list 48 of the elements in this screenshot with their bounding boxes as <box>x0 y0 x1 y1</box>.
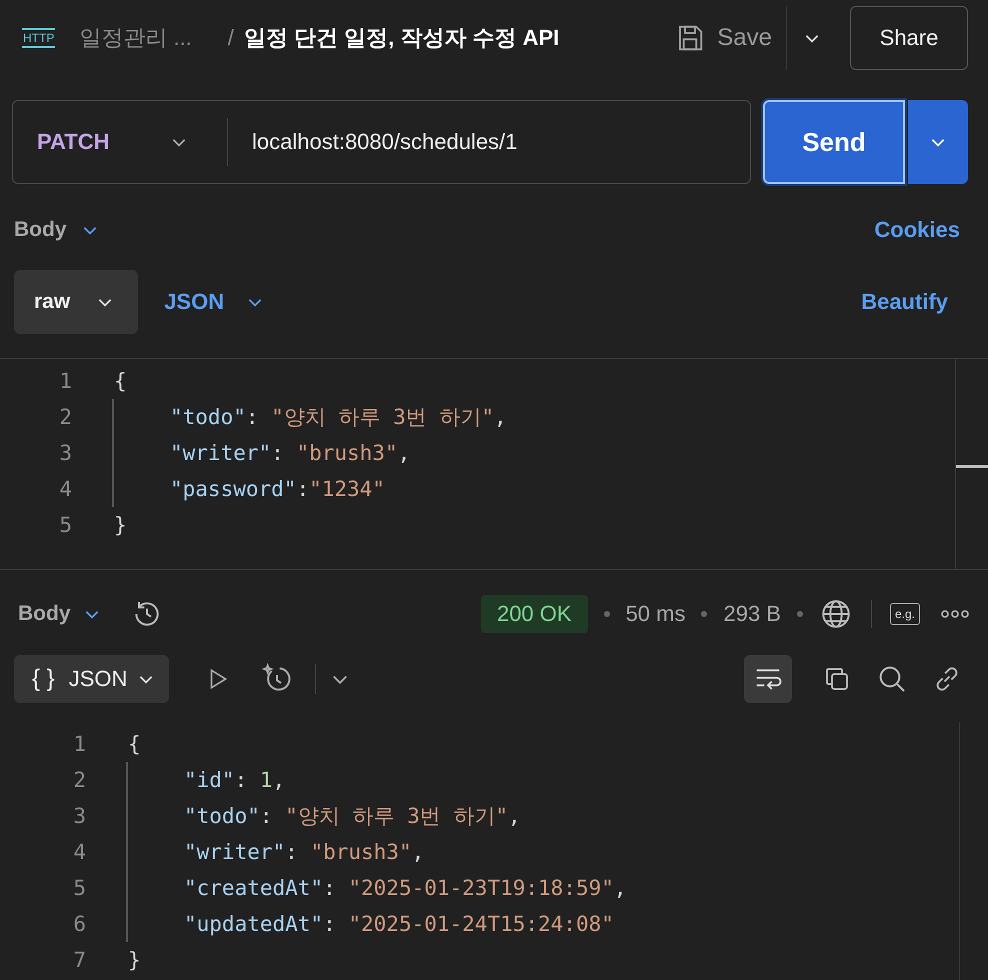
breadcrumb-separator: / <box>228 25 234 51</box>
example-button[interactable]: e.g. <box>890 603 920 625</box>
code-line: "updatedAt": "2025-01-24T15:24:08" <box>184 912 614 936</box>
url-text: localhost:8080/schedules/1 <box>252 129 518 155</box>
line-number: 4 <box>72 840 86 864</box>
body-format-dropdown[interactable]: JSON <box>158 288 270 316</box>
method-dropdown[interactable]: PATCH <box>13 129 227 155</box>
line-number: 2 <box>72 768 86 792</box>
line-number: 3 <box>58 441 72 465</box>
code-line: { <box>128 732 141 756</box>
line-number: 2 <box>58 405 72 429</box>
line-number: 6 <box>72 912 86 936</box>
body-tab[interactable]: Body <box>14 218 66 242</box>
collection-breadcrumb[interactable]: 일정관리 ... <box>79 23 192 53</box>
send-button[interactable]: Send <box>763 100 905 184</box>
url-field[interactable]: PATCH localhost:8080/schedules/1 <box>12 100 751 184</box>
code-line: "id": 1, <box>184 768 286 792</box>
code-line: "todo": "양치 하루 3번 하기", <box>170 404 507 431</box>
request-body-editor[interactable]: 1 { 2 "todo": "양치 하루 3번 하기", 3 "writer": "brush3", 4 "password":"1234" 5 } <box>0 358 988 570</box>
more-icon[interactable] <box>940 609 970 619</box>
response-time: 50 ms <box>626 601 686 627</box>
code-line: } <box>128 948 141 972</box>
share-button[interactable]: Share <box>850 6 968 70</box>
request-title: 일정 단건 일정, 작성자 수정 API <box>244 24 560 52</box>
response-size: 293 B <box>723 601 781 627</box>
code-line: "todo": "양치 하루 3번 하기", <box>184 803 521 830</box>
beautify-link[interactable]: Beautify <box>861 289 948 315</box>
line-number: 1 <box>72 732 86 756</box>
line-number: 1 <box>58 369 72 393</box>
code-line: "writer": "brush3", <box>184 840 424 864</box>
code-line: "password":"1234" <box>170 477 385 501</box>
code-line: } <box>114 513 127 537</box>
wrap-lines-button[interactable] <box>744 655 792 703</box>
response-body-tab[interactable]: Body <box>18 602 70 626</box>
line-number: 3 <box>72 804 86 828</box>
body-mode-dropdown[interactable]: raw <box>14 270 138 334</box>
save-button[interactable]: Save <box>661 23 786 53</box>
status-badge: 200 OK <box>480 595 588 633</box>
line-number: 5 <box>72 876 86 900</box>
line-number: 4 <box>58 477 72 501</box>
response-format-dropdown[interactable]: { } JSON <box>14 655 170 703</box>
code-line: "createdAt": "2025-01-23T19:18:59", <box>184 876 627 900</box>
code-line: "writer": "brush3", <box>170 441 410 465</box>
cookies-link[interactable]: Cookies <box>874 217 960 243</box>
line-number: 5 <box>58 513 72 537</box>
code-line: { <box>114 369 127 393</box>
line-number: 7 <box>72 948 86 972</box>
scrollbar[interactable] <box>955 359 988 569</box>
